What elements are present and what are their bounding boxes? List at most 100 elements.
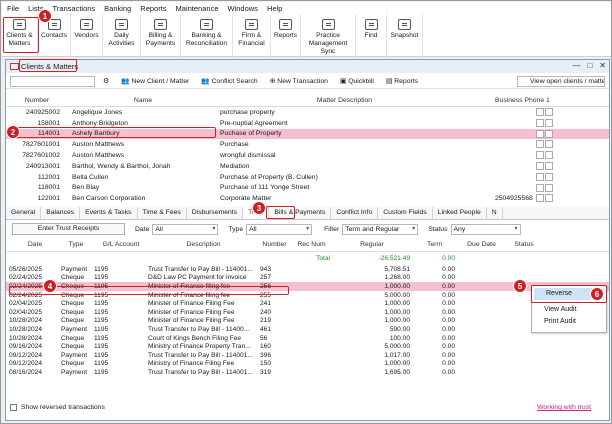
quickbill-button[interactable]: ▣ Quickbill xyxy=(340,77,374,85)
minimize-icon[interactable]: — xyxy=(572,61,580,70)
toolbar-firm-button[interactable]: Firm & Financial xyxy=(233,14,271,57)
close-icon[interactable]: ✕ xyxy=(599,61,606,70)
trust-row[interactable]: 10/28/2024 Payment 1195 Trust Transfer to P… xyxy=(6,325,609,334)
checkbox-box[interactable] xyxy=(10,404,17,411)
show-reversed-checkbox[interactable]: Show reversed transactions xyxy=(10,404,105,411)
link-icon[interactable] xyxy=(545,151,553,160)
col-name[interactable]: Name xyxy=(68,95,218,106)
row-action-icons[interactable] xyxy=(536,118,554,128)
context-view-audit[interactable]: View Audit xyxy=(532,304,606,316)
edit-icon[interactable] xyxy=(536,194,544,203)
link-icon[interactable] xyxy=(545,161,553,170)
tab-balances[interactable]: Balances xyxy=(41,207,81,219)
menu-maintenance[interactable]: Maintenance xyxy=(176,4,219,13)
tab-custom-fields[interactable]: Custom Fields xyxy=(378,207,433,219)
col-description[interactable]: Description xyxy=(148,239,259,251)
tab-conflict-info[interactable]: Conflict Info xyxy=(331,207,379,219)
trust-row[interactable]: 09/16/2024 Cheque 1195 Ministry of Finance … xyxy=(6,342,609,351)
matter-row[interactable]: 158001 Anthony Bridgeton Pre-nuptial Agree… xyxy=(6,118,609,129)
tab-events-tasks[interactable]: Events & Tasks xyxy=(80,207,138,219)
tab-n[interactable]: N xyxy=(487,207,503,219)
conflict-search-button[interactable]: 👥 Conflict Search xyxy=(201,77,257,85)
toolbar-find-button[interactable]: Find xyxy=(356,14,387,57)
link-icon[interactable] xyxy=(545,140,553,149)
edit-icon[interactable] xyxy=(536,151,544,160)
edit-icon[interactable] xyxy=(536,172,544,181)
row-action-icons[interactable] xyxy=(536,108,554,117)
row-action-icons[interactable] xyxy=(536,140,554,149)
new-client-button[interactable]: 👥 New Client / Matter xyxy=(121,77,189,85)
matter-row[interactable]: 240925002 Angelique Jones purchase propert… xyxy=(6,107,609,118)
toolbar-snapshot-button[interactable]: Snapshot xyxy=(387,14,423,57)
trust-row[interactable]: 02/04/2025 Cheque 1195 Minister of Finance … xyxy=(6,308,609,317)
tab-bills-payments[interactable]: Bills & Payments xyxy=(269,207,332,219)
col-date[interactable]: Date xyxy=(6,239,61,251)
col-rec-num[interactable]: Rec Num xyxy=(289,239,334,251)
menu-reports[interactable]: Reports xyxy=(140,4,166,13)
matter-row[interactable]: 112001 Bella Cullen Purchase of Property (… xyxy=(6,172,609,183)
working-with-trust-link[interactable]: Working with trust xyxy=(537,404,591,411)
edit-icon[interactable] xyxy=(536,161,544,170)
col-number[interactable]: Number xyxy=(259,239,289,251)
new-transaction-button[interactable]: ⊕ New Transaction xyxy=(270,77,328,85)
col-type[interactable]: Type xyxy=(61,239,91,251)
tab-linked-people[interactable]: Linked People xyxy=(433,207,487,219)
row-action-icons[interactable] xyxy=(536,151,554,160)
tab-time-fees[interactable]: Time & Fees xyxy=(138,207,187,219)
edit-icon[interactable] xyxy=(536,183,544,192)
search-input[interactable] xyxy=(10,75,95,87)
col-due-date[interactable]: Due Date xyxy=(459,239,504,251)
matter-row[interactable]: 240913001 Barthol, Wendy & Barthol, Jonah… xyxy=(6,161,609,172)
trust-row[interactable]: 05/26/2025 Payment 1195 Trust Transfer to P… xyxy=(6,265,609,274)
menu-file[interactable]: File xyxy=(7,4,19,13)
matter-row[interactable]: 122001 Ben Carson Corporation Corporate Ma… xyxy=(6,193,609,204)
enter-trust-receipts-button[interactable]: Enter Trust Receipts xyxy=(12,223,125,235)
edit-icon[interactable] xyxy=(536,129,544,138)
toolbar-banking-button[interactable]: Banking & Reconciliation xyxy=(181,14,233,57)
toolbar-daily-activities-button[interactable]: Daily Activities xyxy=(103,14,141,57)
type-select[interactable]: All xyxy=(246,223,313,235)
col-status[interactable]: Status xyxy=(504,239,544,251)
row-action-icons[interactable] xyxy=(536,161,554,171)
link-icon[interactable] xyxy=(545,129,553,138)
col-gl-account[interactable]: G/L Account xyxy=(91,239,148,251)
filter-select[interactable]: Term and Regular xyxy=(342,223,419,235)
col-term[interactable]: Term xyxy=(414,239,459,251)
menu-banking[interactable]: Banking xyxy=(104,4,131,13)
matter-row[interactable]: 114001 Ashely Banbury Puchase of Property xyxy=(6,128,609,140)
row-action-icons[interactable] xyxy=(536,183,554,193)
status-select[interactable]: Any xyxy=(450,223,521,235)
row-action-icons[interactable] xyxy=(536,172,554,182)
link-icon[interactable] xyxy=(545,118,553,127)
toolbar-reports-button[interactable]: Reports xyxy=(271,14,301,57)
trust-row[interactable]: 02/04/2025 Cheque 1195 Minister of Finance … xyxy=(6,299,609,308)
menu-transactions[interactable]: Transactions xyxy=(53,4,96,13)
view-filter-select[interactable]: View open clients / matters xyxy=(517,76,605,87)
menu-help[interactable]: Help xyxy=(267,4,282,13)
toolbar-vendors-button[interactable]: Vendors xyxy=(71,14,103,57)
link-icon[interactable] xyxy=(545,183,553,192)
menu-windows[interactable]: Windows xyxy=(228,4,258,13)
maximize-icon[interactable]: □ xyxy=(587,61,592,70)
row-action-icons[interactable] xyxy=(536,129,554,139)
col-regular[interactable]: Regular xyxy=(334,239,414,251)
trust-row[interactable]: 09/12/2024 Payment 1195 Trust Transfer to P… xyxy=(6,351,609,360)
matter-row[interactable]: 118001 Ben Blay Purchase of 111 Yonge Stre… xyxy=(6,183,609,194)
trust-row[interactable]: 10/28/2024 Cheque 1195 Court of Kings Bench… xyxy=(6,334,609,343)
matter-row[interactable]: 7827601001 Auston Matthews Purchase xyxy=(6,139,609,150)
toolbar-billing-button[interactable]: Billing & Payments xyxy=(141,14,181,57)
trust-row[interactable]: 10/28/2024 Cheque 1195 Minister of Finance … xyxy=(6,317,609,326)
tab-general[interactable]: General xyxy=(6,207,42,219)
row-action-icons[interactable] xyxy=(536,194,554,203)
settings-icon[interactable]: ⚙ xyxy=(103,77,109,85)
edit-icon[interactable] xyxy=(536,118,544,127)
matter-row[interactable]: 7827601002 Auston Matthews wrongful dismis… xyxy=(6,150,609,161)
edit-icon[interactable] xyxy=(536,108,544,116)
context-print-audit[interactable]: Print Audit xyxy=(532,316,606,328)
link-icon[interactable] xyxy=(545,108,553,116)
col-business-phone[interactable]: Business Phone 1 xyxy=(491,95,566,106)
toolbar-sync-button[interactable]: Practice Management Sync xyxy=(301,14,356,57)
trust-row[interactable]: 08/16/2024 Payment 1195 Trust Transfer to P… xyxy=(6,368,609,377)
col-matter-description[interactable]: Matter Description xyxy=(218,95,471,106)
tab-disbursements[interactable]: Disbursements xyxy=(187,207,244,219)
